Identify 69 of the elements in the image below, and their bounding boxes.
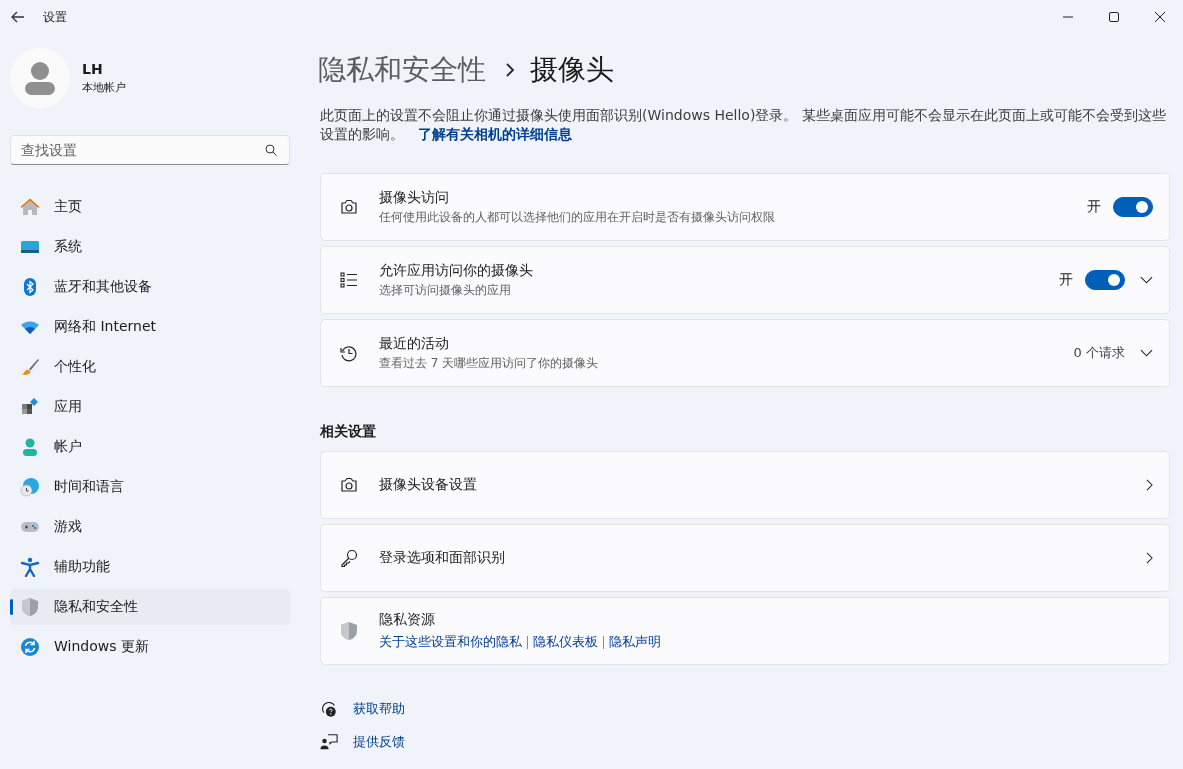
accessibility-icon xyxy=(20,557,40,577)
privacy-link[interactable]: 隐私仪表板 xyxy=(533,633,598,651)
sidebar-item[interactable]: 帐户 xyxy=(10,429,290,465)
sidebar-item[interactable]: 应用 xyxy=(10,389,290,425)
card-title: 摄像头设备设置 xyxy=(379,476,478,494)
card-title: 摄像头访问 xyxy=(379,188,450,207)
search-icon xyxy=(265,144,277,156)
section-heading: 相关设置 xyxy=(320,423,377,441)
camera-icon xyxy=(339,475,359,495)
chevron-down-icon[interactable] xyxy=(1140,276,1153,284)
card-title: 允许应用访问你的摄像头 xyxy=(379,261,534,280)
shield-icon xyxy=(339,621,359,641)
card-title: 隐私资源 xyxy=(379,611,436,629)
chevron-right-icon[interactable] xyxy=(1146,552,1153,564)
list-icon xyxy=(339,270,359,290)
sidebar-item[interactable]: 主页 xyxy=(10,189,290,225)
description-text: 此页面上的设置不会阻止你通过摄像头使用面部识别(Windows Hello)登录。 某些桌面应用可能不会显示在此页面上或可能不会受到这些设置的影响。 了解有关相机的详细信息 xyxy=(320,106,1167,144)
sidebar-item[interactable]: 系统 xyxy=(10,229,290,265)
sidebar-item[interactable]: 游戏 xyxy=(10,509,290,545)
key-icon xyxy=(339,548,359,568)
user-name: LH xyxy=(82,61,104,77)
globe-clock-icon xyxy=(20,477,40,497)
sidebar-item[interactable]: Windows 更新 xyxy=(10,629,290,665)
sidebar-item[interactable]: 蓝牙和其他设备 xyxy=(10,269,290,305)
history-icon xyxy=(339,343,359,363)
sidebar-item[interactable]: 个性化 xyxy=(10,349,290,385)
help-icon xyxy=(320,700,338,718)
person-icon xyxy=(20,437,40,457)
footer-link[interactable]: 获取帮助 xyxy=(353,700,405,718)
setting-card[interactable]: 允许应用访问你的摄像头 选择可访问摄像头的应用 开 xyxy=(320,246,1170,314)
page-title: 摄像头 xyxy=(530,52,614,88)
search-field[interactable]: 查找设置 xyxy=(10,135,290,165)
privacy-link[interactable]: 隐私声明 xyxy=(609,633,661,651)
sidebar-item[interactable]: 网络和 Internet xyxy=(10,309,290,345)
card-description: 查看过去 7 天哪些应用访问了你的摄像头 xyxy=(379,354,600,372)
setting-card[interactable]: 摄像头设备设置 xyxy=(320,451,1170,519)
maximize-icon[interactable] xyxy=(1109,12,1119,22)
chevron-down-icon[interactable] xyxy=(1140,349,1153,357)
setting-card[interactable]: 最近的活动 查看过去 7 天哪些应用访问了你的摄像头 0 个请求 xyxy=(320,319,1170,387)
card-description: 选择可访问摄像头的应用 xyxy=(379,281,512,299)
brush-icon xyxy=(20,357,40,377)
breadcrumb-link[interactable]: 隐私和安全性 xyxy=(318,51,486,89)
footer-link[interactable]: 提供反馈 xyxy=(353,733,405,751)
sidebar-item[interactable]: 辅助功能 xyxy=(10,549,290,585)
window-title: 设置 xyxy=(43,8,67,26)
close-icon[interactable] xyxy=(1155,12,1165,22)
toggle-state-label: 开 xyxy=(1087,198,1101,216)
sidebar-item[interactable]: 隐私和安全性 xyxy=(10,589,290,625)
setting-card[interactable]: 登录选项和面部识别 xyxy=(320,524,1170,592)
request-count: 0 个请求 xyxy=(1073,344,1125,362)
chevron-right-icon[interactable] xyxy=(1146,479,1153,491)
toggle-state-label: 开 xyxy=(1059,271,1073,289)
home-icon xyxy=(20,197,40,217)
toggle-switch[interactable] xyxy=(1085,270,1125,290)
toggle-switch[interactable] xyxy=(1113,197,1153,217)
privacy-link[interactable]: 关于这些设置和你的隐私 xyxy=(379,633,522,651)
sidebar-item[interactable]: 时间和语言 xyxy=(10,469,290,505)
learn-more-link[interactable]: 了解有关相机的详细信息 xyxy=(418,126,572,142)
shield-icon xyxy=(20,597,40,617)
setting-card[interactable]: 摄像头访问 任何使用此设备的人都可以选择他们的应用在开启时是否有摄像头访问权限 开 xyxy=(320,173,1170,241)
sync-icon xyxy=(20,637,40,657)
feedback-icon xyxy=(320,733,338,751)
card-description: 任何使用此设备的人都可以选择他们的应用在开启时是否有摄像头访问权限 xyxy=(379,208,776,226)
camera-icon xyxy=(339,197,359,217)
card-title: 登录选项和面部识别 xyxy=(379,549,506,567)
account-type: 本地帐户 xyxy=(82,80,126,95)
apps-icon xyxy=(20,397,40,417)
chevron-right-icon xyxy=(504,62,516,78)
card-title: 最近的活动 xyxy=(379,334,450,353)
